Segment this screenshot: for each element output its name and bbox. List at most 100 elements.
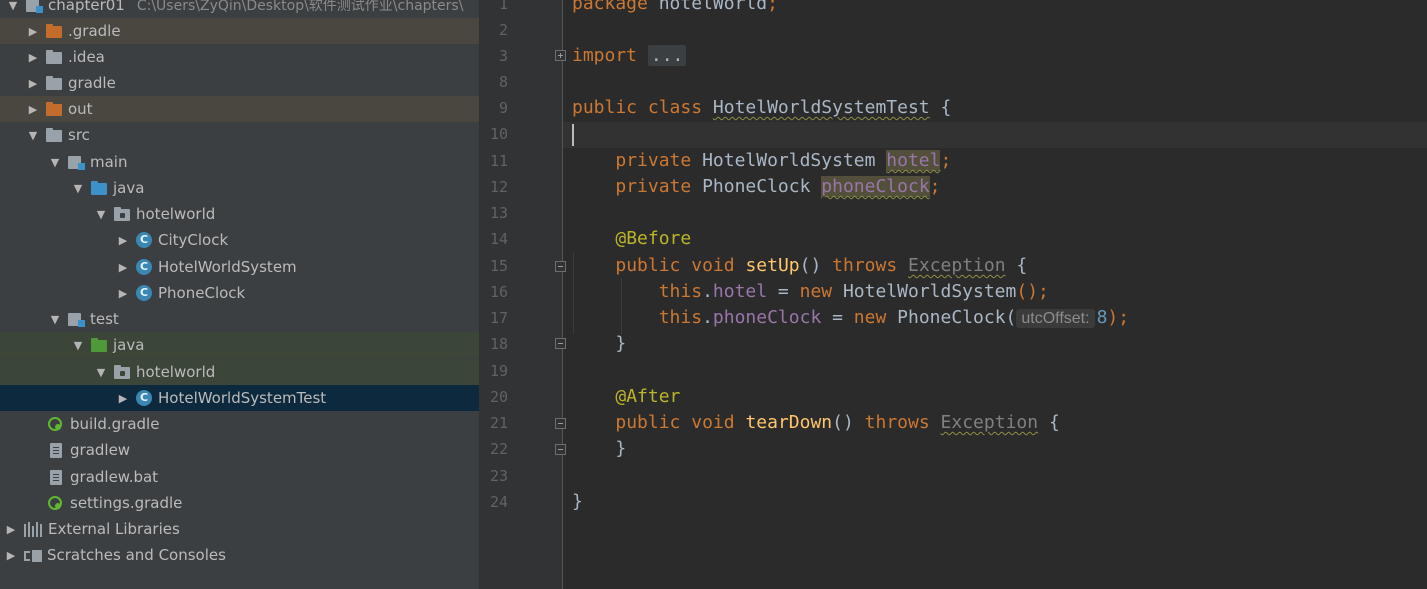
- tree-item-test[interactable]: ▼ test: [0, 306, 479, 332]
- line-number: 1: [498, 0, 508, 13]
- line-number: 10: [489, 125, 508, 143]
- project-path: C:\Users\ZyQin\Desktop\软件测试作业\chapters\: [136, 0, 464, 14]
- package-icon: [114, 364, 130, 380]
- tree-item-main-java[interactable]: ▼ java: [0, 175, 479, 201]
- tree-item-label: chapter01: [48, 0, 125, 14]
- tree-item-gradle-cache[interactable]: ▶ .gradle: [0, 18, 479, 44]
- tree-item-gradle[interactable]: ▶ gradle: [0, 70, 479, 96]
- tree-item-test-java[interactable]: ▼ java: [0, 332, 479, 358]
- chevron-right-icon[interactable]: ▶: [4, 523, 18, 536]
- chevron-right-icon[interactable]: ▶: [116, 234, 130, 247]
- tree-item-label: HotelWorldSystemTest: [158, 389, 327, 407]
- code-line[interactable]: @Before: [572, 226, 691, 252]
- tree-item-idea[interactable]: ▶ .idea: [0, 44, 479, 70]
- tree-item-label: .gradle: [68, 22, 121, 40]
- code-line[interactable]: }: [572, 489, 583, 515]
- file-icon: [50, 442, 62, 458]
- tree-item-scratches[interactable]: ▶ Scratches and Consoles: [0, 542, 479, 568]
- code-line[interactable]: }: [572, 331, 626, 357]
- chevron-down-icon[interactable]: ▼: [26, 129, 40, 142]
- module-folder-icon: [68, 154, 85, 170]
- tree-item-label: gradlew.bat: [70, 468, 159, 486]
- line-number: 15: [489, 257, 508, 275]
- line-number: 23: [489, 467, 508, 485]
- chevron-down-icon[interactable]: ▼: [71, 339, 85, 352]
- gradle-file-icon: [48, 417, 62, 431]
- line-number: 17: [489, 309, 508, 327]
- class-icon: C: [136, 232, 152, 248]
- code-line[interactable]: this.hotel = new HotelWorldSystem();: [572, 279, 1049, 305]
- code-line[interactable]: public class HotelWorldSystemTest {: [572, 95, 951, 121]
- tree-item-label: build.gradle: [70, 415, 160, 433]
- line-number: 8: [498, 73, 508, 91]
- excluded-folder-icon: [46, 23, 62, 39]
- tree-item-cityclock[interactable]: ▶ C CityClock: [0, 227, 479, 253]
- chevron-right-icon[interactable]: ▶: [26, 51, 40, 64]
- tree-item-label: hotelworld: [136, 205, 216, 223]
- code-line[interactable]: this.phoneClock = new PhoneClock(utcOffs…: [572, 305, 1129, 331]
- code-line[interactable]: public void tearDown() throws Exception …: [572, 410, 1059, 436]
- tree-item-label: .idea: [68, 48, 105, 66]
- line-number: 21: [489, 414, 508, 432]
- module-folder-icon: [68, 311, 85, 327]
- chevron-right-icon[interactable]: ▶: [26, 103, 40, 116]
- tree-item-label: hotelworld: [136, 363, 216, 381]
- tree-item-external-libraries[interactable]: ▶ External Libraries: [0, 516, 479, 542]
- chevron-right-icon[interactable]: ▶: [26, 77, 40, 90]
- test-folder-icon: [91, 337, 107, 353]
- tree-item-label: settings.gradle: [70, 494, 183, 512]
- tree-item-main-hotelworld[interactable]: ▼ hotelworld: [0, 201, 479, 227]
- code-line[interactable]: private PhoneClock phoneClock;: [572, 174, 941, 200]
- tree-item-root[interactable]: ▼ chapter01 C:\Users\ZyQin\Desktop\软件测试作…: [0, 0, 479, 18]
- class-icon: C: [136, 390, 152, 406]
- code-line[interactable]: @After: [572, 384, 680, 410]
- libraries-icon: [24, 521, 42, 537]
- code-line[interactable]: import ...: [572, 43, 687, 69]
- tree-item-test-hotelworld[interactable]: ▼ hotelworld: [0, 359, 479, 385]
- line-number: 20: [489, 388, 508, 406]
- chevron-down-icon[interactable]: ▼: [48, 313, 62, 326]
- file-icon: [50, 469, 62, 485]
- chevron-right-icon[interactable]: ▶: [116, 392, 130, 405]
- tree-item-label: test: [90, 310, 119, 328]
- tree-item-label: java: [113, 179, 145, 197]
- tree-item-out[interactable]: ▶ out: [0, 96, 479, 122]
- tree-item-label: java: [113, 336, 145, 354]
- module-folder-icon: [26, 0, 43, 13]
- chevron-down-icon[interactable]: ▼: [71, 182, 85, 195]
- line-number: 12: [489, 178, 508, 196]
- tree-item-gradlew[interactable]: gradlew: [0, 437, 479, 463]
- tree-item-hotelworldsystem[interactable]: ▶ C HotelWorldSystem: [0, 254, 479, 280]
- tree-item-hotelworldsystemtest[interactable]: ▶ C HotelWorldSystemTest: [0, 385, 479, 411]
- folder-icon: [46, 75, 62, 91]
- tree-item-phoneclock[interactable]: ▶ C PhoneClock: [0, 280, 479, 306]
- chevron-down-icon[interactable]: ▼: [48, 156, 62, 169]
- tree-item-label: Scratches and Consoles: [47, 546, 226, 564]
- code-line[interactable]: public void setUp() throws Exception {: [572, 253, 1027, 279]
- chevron-down-icon[interactable]: ▼: [94, 208, 108, 221]
- code-line[interactable]: }: [572, 436, 626, 462]
- tree-item-label: gradle: [68, 74, 116, 92]
- line-number: 2: [498, 21, 508, 39]
- excluded-folder-icon: [46, 101, 62, 117]
- line-number: 13: [489, 204, 508, 222]
- tree-item-gradlew-bat[interactable]: gradlew.bat: [0, 464, 479, 490]
- tree-item-main[interactable]: ▼ main: [0, 149, 479, 175]
- parameter-hint: utcOffset:: [1016, 309, 1095, 328]
- chevron-right-icon[interactable]: ▶: [4, 549, 18, 562]
- chevron-right-icon[interactable]: ▶: [116, 287, 130, 300]
- code-editor[interactable]: package hotelWorld; import ... public cl…: [563, 0, 1427, 589]
- tree-item-label: gradlew: [70, 441, 131, 459]
- chevron-right-icon[interactable]: ▶: [116, 261, 130, 274]
- code-line[interactable]: package hotelWorld;: [572, 0, 778, 17]
- chevron-right-icon[interactable]: ▶: [26, 25, 40, 38]
- tree-item-label: PhoneClock: [158, 284, 246, 302]
- chevron-down-icon[interactable]: ▼: [6, 0, 20, 12]
- chevron-down-icon[interactable]: ▼: [94, 366, 108, 379]
- tree-item-settings-gradle[interactable]: settings.gradle: [0, 490, 479, 516]
- folded-imports[interactable]: ...: [647, 45, 687, 66]
- tree-item-src[interactable]: ▼ src: [0, 122, 479, 148]
- code-line[interactable]: private HotelWorldSystem hotel;: [572, 148, 951, 174]
- tree-item-build-gradle[interactable]: build.gradle: [0, 411, 479, 437]
- folder-icon: [46, 49, 62, 65]
